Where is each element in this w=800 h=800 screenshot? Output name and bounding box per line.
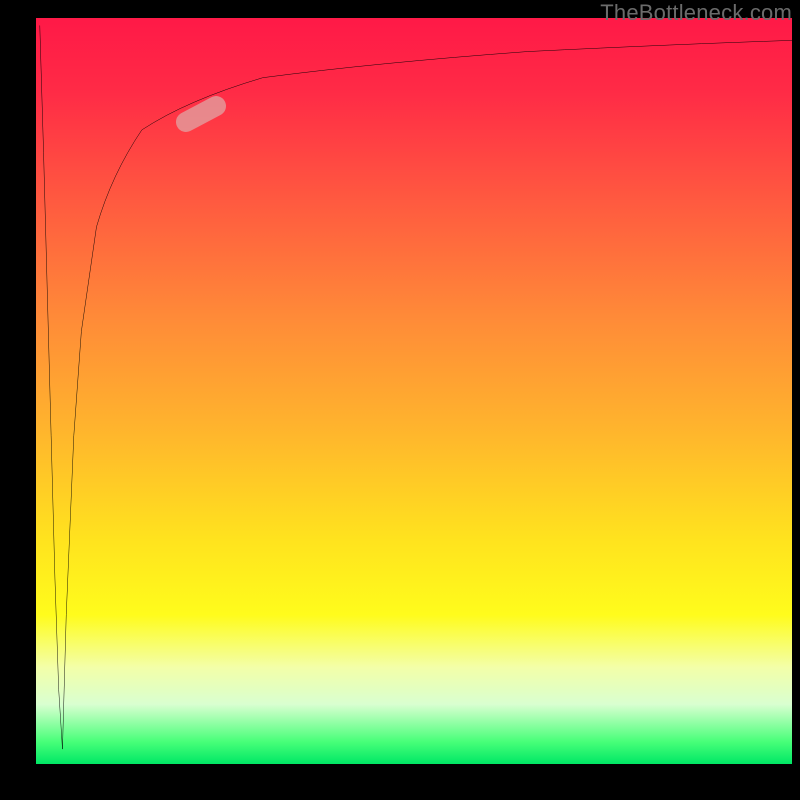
watermark-text: TheBottleneck.com xyxy=(600,0,792,26)
gradient-plot-area xyxy=(36,18,792,764)
chart-stage: TheBottleneck.com xyxy=(0,0,800,800)
